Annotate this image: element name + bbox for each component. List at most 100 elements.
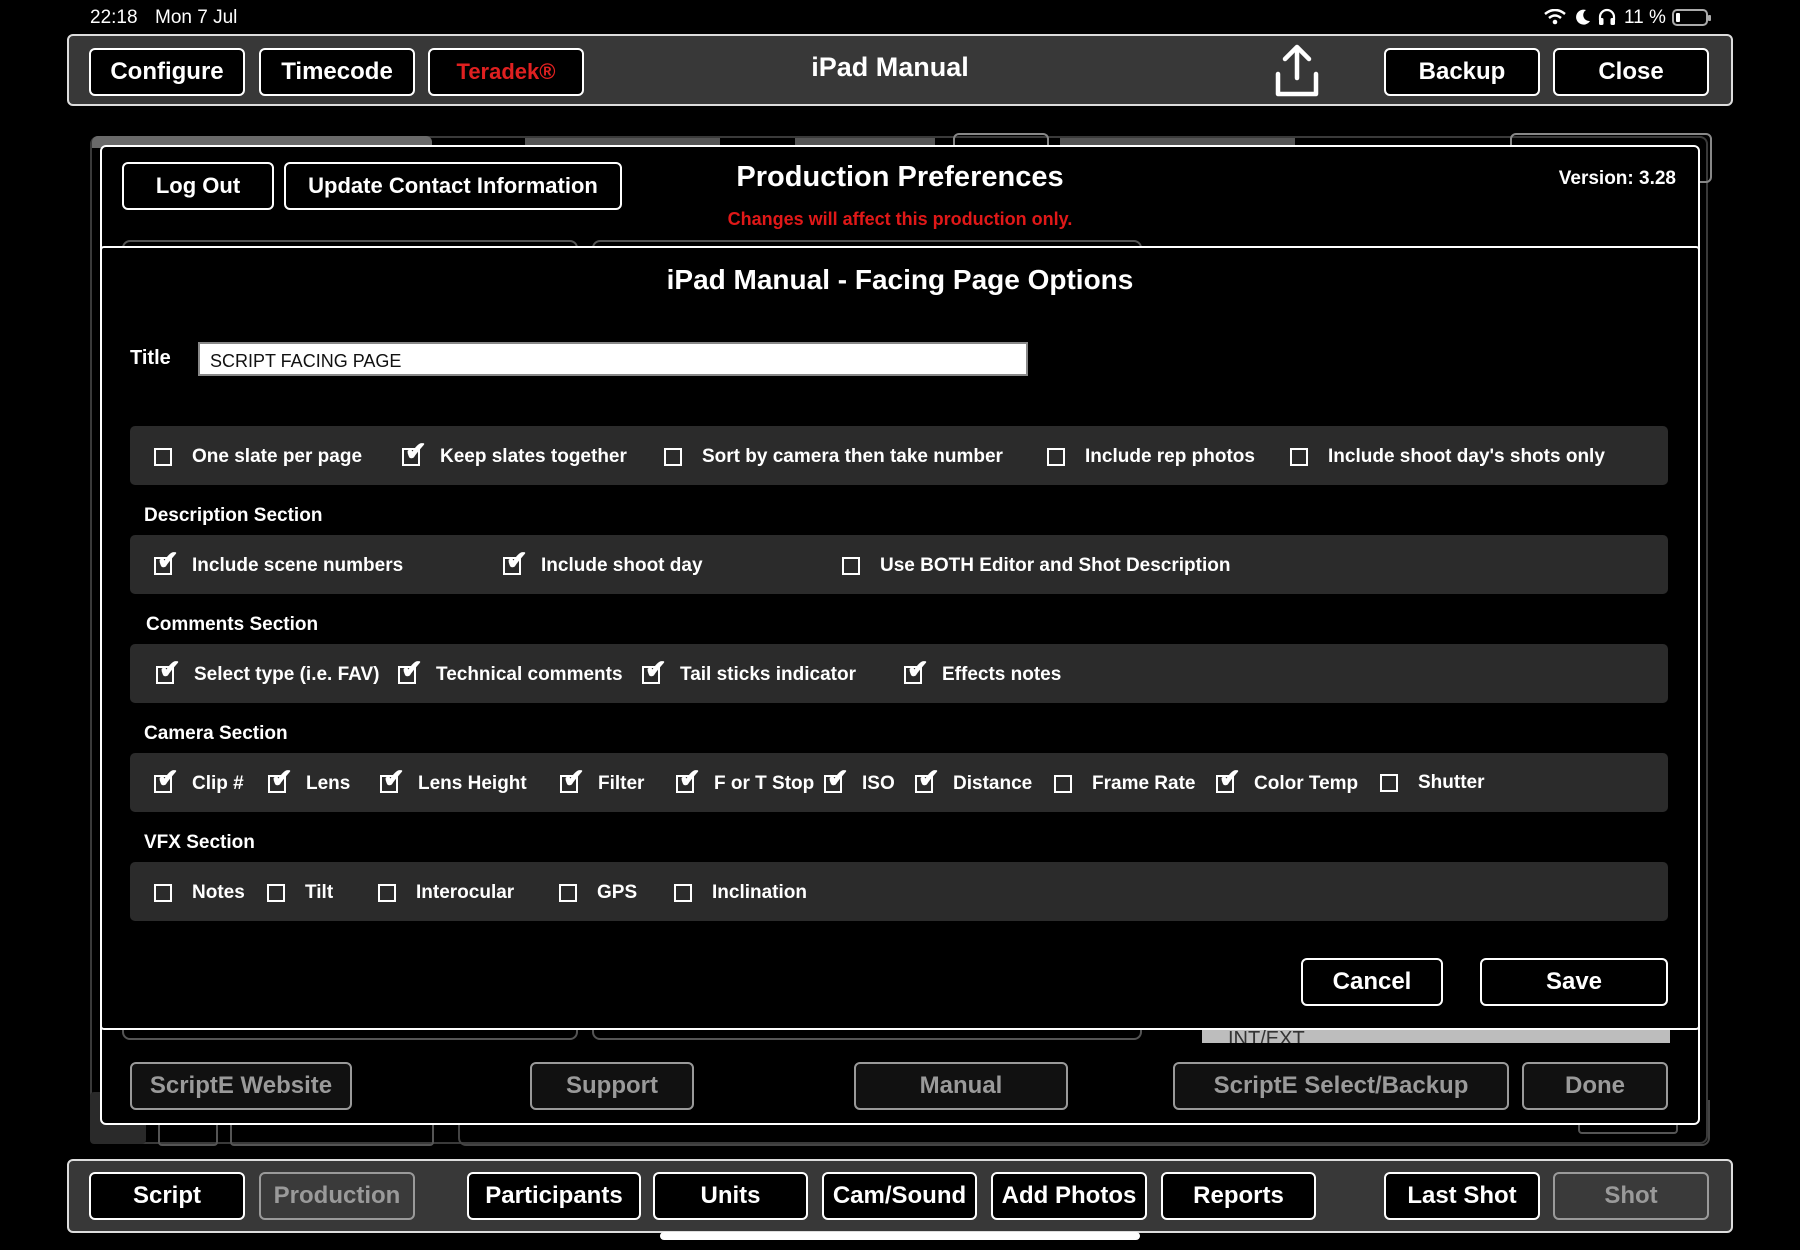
- checkbox-icon[interactable]: [398, 656, 423, 684]
- checkbox-icon[interactable]: [268, 765, 293, 793]
- checkbox-icon[interactable]: [154, 765, 179, 793]
- option-label: One slate per page: [192, 446, 363, 467]
- option-lens-height[interactable]: Lens Height: [380, 765, 527, 795]
- checkbox-icon[interactable]: [1290, 448, 1308, 466]
- option-tilt[interactable]: Tilt: [267, 882, 333, 904]
- camera-section-group: Clip # Lens Lens Height Filter F or T St…: [130, 753, 1668, 812]
- checkbox-icon[interactable]: [674, 884, 692, 902]
- checkbox-icon[interactable]: [402, 438, 427, 466]
- comments-section-label: Comments Section: [146, 614, 319, 635]
- close-button[interactable]: Close: [1553, 48, 1709, 96]
- checkbox-icon[interactable]: [642, 656, 667, 684]
- scripte-select-backup-button[interactable]: ScriptE Select/Backup: [1173, 1062, 1509, 1110]
- status-bar: 22:18 Mon 7 Jul 11 %: [0, 0, 1800, 34]
- option-label: Clip #: [192, 773, 244, 794]
- checkbox-icon[interactable]: [559, 884, 577, 902]
- option-label: Tail sticks indicator: [680, 664, 856, 685]
- checkbox-icon[interactable]: [560, 765, 585, 793]
- option-color-temp[interactable]: Color Temp: [1216, 765, 1359, 795]
- checkbox-icon[interactable]: [676, 765, 701, 793]
- checkbox-icon[interactable]: [1380, 774, 1398, 792]
- option-f-or-t-stop[interactable]: F or T Stop: [676, 765, 814, 795]
- checkbox-icon[interactable]: [904, 656, 929, 684]
- option-label: ISO: [862, 773, 895, 794]
- option-label: Include rep photos: [1085, 446, 1255, 467]
- checkbox-icon[interactable]: [154, 547, 179, 575]
- general-options-group: One slate per page Keep slates together …: [130, 426, 1668, 485]
- option-label: Include shoot day's shots only: [1328, 446, 1605, 467]
- checkbox-icon[interactable]: [664, 448, 682, 466]
- option-shutter[interactable]: Shutter: [1380, 772, 1485, 794]
- option-label: Inclination: [712, 882, 807, 903]
- save-button[interactable]: Save: [1480, 958, 1668, 1006]
- home-indicator: [660, 1232, 1140, 1240]
- checkbox-icon[interactable]: [154, 448, 172, 466]
- tab-reports[interactable]: Reports: [1161, 1172, 1316, 1220]
- option-effects-notes[interactable]: Effects notes: [904, 656, 1061, 686]
- checkbox-icon[interactable]: [267, 884, 285, 902]
- checkbox-icon[interactable]: [1047, 448, 1065, 466]
- tab-cam-sound[interactable]: Cam/Sound: [822, 1172, 977, 1220]
- scripte-website-button[interactable]: ScriptE Website: [130, 1062, 352, 1110]
- timecode-button[interactable]: Timecode: [259, 48, 415, 96]
- checkbox-icon[interactable]: [915, 765, 940, 793]
- option-include-scene-numbers[interactable]: Include scene numbers: [154, 547, 404, 577]
- done-button[interactable]: Done: [1522, 1062, 1668, 1110]
- headphones-icon: [1598, 8, 1616, 25]
- option-iso[interactable]: ISO: [824, 765, 895, 795]
- option-notes[interactable]: Notes: [154, 882, 245, 904]
- tab-shot[interactable]: Shot: [1553, 1172, 1709, 1220]
- option-use-both-descriptions[interactable]: Use BOTH Editor and Shot Description: [842, 555, 1230, 577]
- share-icon[interactable]: [1274, 44, 1320, 98]
- tab-production[interactable]: Production: [259, 1172, 415, 1220]
- support-button[interactable]: Support: [530, 1062, 694, 1110]
- checkbox-icon[interactable]: [824, 765, 849, 793]
- backup-button[interactable]: Backup: [1384, 48, 1540, 96]
- option-label: Interocular: [416, 882, 515, 903]
- checkbox-icon[interactable]: [1216, 765, 1241, 793]
- option-gps[interactable]: GPS: [559, 882, 637, 904]
- tab-add-photos[interactable]: Add Photos: [991, 1172, 1147, 1220]
- option-label: Select type (i.e. FAV): [194, 664, 380, 685]
- option-filter[interactable]: Filter: [560, 765, 644, 795]
- option-include-shoot-day[interactable]: Include shoot day: [503, 547, 703, 577]
- tab-script[interactable]: Script: [89, 1172, 245, 1220]
- teradek-button[interactable]: Teradek®: [428, 48, 584, 96]
- vfx-section-label: VFX Section: [144, 832, 255, 853]
- manual-button[interactable]: Manual: [854, 1062, 1068, 1110]
- option-clip-number[interactable]: Clip #: [154, 765, 244, 795]
- checkbox-icon[interactable]: [156, 656, 181, 684]
- cancel-button[interactable]: Cancel: [1301, 958, 1443, 1006]
- option-sort-by-camera[interactable]: Sort by camera then take number: [664, 446, 1003, 468]
- tab-participants[interactable]: Participants: [467, 1172, 641, 1220]
- option-interocular[interactable]: Interocular: [378, 882, 514, 904]
- checkbox-icon[interactable]: [842, 557, 860, 575]
- configure-button[interactable]: Configure: [89, 48, 245, 96]
- option-technical-comments[interactable]: Technical comments: [398, 656, 623, 686]
- option-label: Notes: [192, 882, 245, 903]
- option-tail-sticks-indicator[interactable]: Tail sticks indicator: [642, 656, 856, 686]
- option-label: Color Temp: [1254, 773, 1359, 794]
- option-select-type[interactable]: Select type (i.e. FAV): [156, 656, 380, 686]
- checkbox-icon[interactable]: [1054, 775, 1072, 793]
- checkbox-icon[interactable]: [503, 547, 528, 575]
- option-lens[interactable]: Lens: [268, 765, 350, 795]
- title-input[interactable]: [198, 342, 1028, 376]
- option-distance[interactable]: Distance: [915, 765, 1032, 795]
- tab-last-shot[interactable]: Last Shot: [1384, 1172, 1540, 1220]
- option-include-rep-photos[interactable]: Include rep photos: [1047, 446, 1255, 468]
- log-out-button[interactable]: Log Out: [122, 162, 274, 210]
- option-label: Include scene numbers: [192, 555, 404, 576]
- option-inclination[interactable]: Inclination: [674, 882, 807, 904]
- title-label: Title: [130, 347, 171, 369]
- tab-units[interactable]: Units: [653, 1172, 808, 1220]
- checkbox-icon[interactable]: [378, 884, 396, 902]
- option-shoot-days-shots-only[interactable]: Include shoot day's shots only: [1290, 446, 1605, 468]
- option-frame-rate[interactable]: Frame Rate: [1054, 773, 1196, 795]
- update-contact-button[interactable]: Update Contact Information: [284, 162, 622, 210]
- option-label: Use BOTH Editor and Shot Description: [880, 555, 1231, 576]
- checkbox-icon[interactable]: [380, 765, 405, 793]
- checkbox-icon[interactable]: [154, 884, 172, 902]
- option-keep-slates-together[interactable]: Keep slates together: [402, 438, 627, 468]
- option-one-slate-per-page[interactable]: One slate per page: [154, 446, 362, 468]
